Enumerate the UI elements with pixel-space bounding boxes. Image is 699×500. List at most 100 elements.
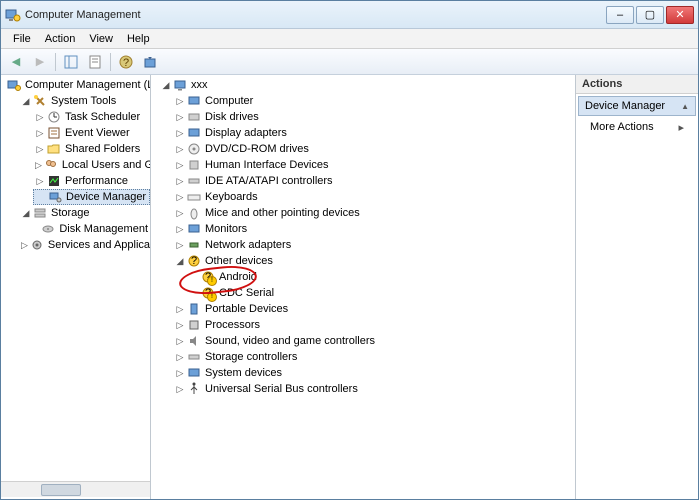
back-button[interactable]: ◀ xyxy=(5,51,27,73)
dev-display[interactable]: ▷Display adapters xyxy=(173,125,575,141)
tree-label: Network adapters xyxy=(205,239,291,251)
tree-label: Keyboards xyxy=(205,191,258,203)
dev-network[interactable]: ▷ Network adapters xyxy=(173,237,575,253)
refresh-icon xyxy=(143,55,157,69)
tree-performance[interactable]: ▷ Performance xyxy=(33,173,150,189)
expander-icon[interactable]: ▷ xyxy=(175,304,185,314)
expander-icon[interactable]: ▷ xyxy=(175,160,185,170)
dev-portable[interactable]: ▷Portable Devices xyxy=(173,301,575,317)
expander-icon[interactable]: ▷ xyxy=(175,208,185,218)
expander-icon[interactable]: ▷ xyxy=(35,144,45,154)
dev-processors[interactable]: ▷ Processors xyxy=(173,317,575,333)
forward-button[interactable]: ▶ xyxy=(29,51,51,73)
dev-storage-controllers[interactable]: ▷Storage controllers xyxy=(173,349,575,365)
dev-mice[interactable]: ▷Mice and other pointing devices xyxy=(173,205,575,221)
scroll-thumb[interactable] xyxy=(41,484,81,496)
tree-system-tools[interactable]: ◢ System Tools xyxy=(19,93,150,109)
help-button[interactable]: ? xyxy=(115,51,137,73)
dev-usb[interactable]: ▷Universal Serial Bus controllers xyxy=(173,381,575,397)
tools-icon xyxy=(33,94,47,108)
expander-icon[interactable]: ◢ xyxy=(21,208,31,218)
expander-icon[interactable]: ◢ xyxy=(21,96,31,106)
expander-icon[interactable]: ▷ xyxy=(175,192,185,202)
dev-hid[interactable]: ▷Human Interface Devices xyxy=(173,157,575,173)
dev-dvd[interactable]: ▷DVD/CD-ROM drives xyxy=(173,141,575,157)
close-button[interactable]: ✕ xyxy=(666,6,694,24)
dev-disk-drives[interactable]: ▷Disk drives xyxy=(173,109,575,125)
dev-other-devices[interactable]: ◢? Other devices xyxy=(173,253,575,269)
expander-icon[interactable]: ▷ xyxy=(175,224,185,234)
expander-icon[interactable]: ▷ xyxy=(175,128,185,138)
usb-icon xyxy=(187,382,201,396)
tree-label: Services and Applications xyxy=(48,239,151,251)
tree-local-users[interactable]: ▷Local Users and Groups xyxy=(33,157,150,173)
maximize-button[interactable]: ▢ xyxy=(636,6,664,24)
tree-services-apps[interactable]: ▷ Services and Applications xyxy=(19,237,150,253)
dev-computer[interactable]: ▷ Computer xyxy=(173,93,575,109)
dvd-icon xyxy=(187,142,201,156)
tree-label: CDC Serial xyxy=(219,287,274,299)
tree-label: Processors xyxy=(205,319,260,331)
expander-icon[interactable]: ▷ xyxy=(35,112,45,122)
dev-system[interactable]: ▷ System devices xyxy=(173,365,575,381)
expander-icon[interactable]: ▷ xyxy=(35,160,42,170)
expander-icon[interactable]: ▷ xyxy=(175,112,185,122)
dev-sound[interactable]: ▷Sound, video and game controllers xyxy=(173,333,575,349)
properties-button[interactable] xyxy=(84,51,106,73)
expander-icon[interactable]: ▷ xyxy=(175,96,185,106)
storage-icon xyxy=(33,206,47,220)
toolbar-separator xyxy=(110,53,111,71)
action-more-actions[interactable]: More Actions ▸ xyxy=(576,118,698,137)
expander-icon[interactable]: ▷ xyxy=(35,176,45,186)
horizontal-scrollbar[interactable] xyxy=(1,481,150,497)
expander-icon[interactable]: ▷ xyxy=(175,144,185,154)
tree-storage[interactable]: ◢Storage xyxy=(19,205,150,221)
menu-action[interactable]: Action xyxy=(39,31,82,47)
expander-icon[interactable]: ▷ xyxy=(175,336,185,346)
menu-file[interactable]: File xyxy=(7,31,37,47)
caret-up-icon: ▲ xyxy=(681,102,689,111)
expander-icon[interactable]: ▷ xyxy=(175,352,185,362)
dev-monitors[interactable]: ▷Monitors xyxy=(173,221,575,237)
tree-event-viewer[interactable]: ▷Event Viewer xyxy=(33,125,150,141)
dev-ide[interactable]: ▷IDE ATA/ATAPI controllers xyxy=(173,173,575,189)
refresh-button[interactable] xyxy=(139,51,161,73)
minimize-button[interactable]: – xyxy=(606,6,634,24)
dev-cdc-serial[interactable]: ?CDC Serial xyxy=(187,285,575,301)
tree-disk-management[interactable]: Disk Management xyxy=(33,221,150,237)
device-root[interactable]: ◢xxx xyxy=(159,77,575,93)
expander-icon[interactable]: ▷ xyxy=(175,368,185,378)
minimize-glyph: – xyxy=(617,9,623,21)
expander-icon[interactable]: ▷ xyxy=(21,240,28,250)
maximize-glyph: ▢ xyxy=(645,8,655,21)
expander-icon[interactable]: ◢ xyxy=(175,256,185,266)
svg-text:?: ? xyxy=(191,255,197,267)
dev-keyboards[interactable]: ▷ Keyboards xyxy=(173,189,575,205)
menu-help[interactable]: Help xyxy=(121,31,156,47)
tree-label: Other devices xyxy=(205,255,273,267)
tree-root-computer-management[interactable]: Computer Management (Local xyxy=(5,77,150,93)
expander-icon[interactable]: ▷ xyxy=(175,320,185,330)
action-label: Device Manager xyxy=(585,100,665,112)
menu-view[interactable]: View xyxy=(83,31,119,47)
console-tree-pane: Computer Management (Local ◢ System Tool… xyxy=(1,75,151,499)
action-selected-node[interactable]: Device Manager ▲ xyxy=(578,96,696,116)
tree-label: Computer xyxy=(205,95,253,107)
tree-device-manager[interactable]: Device Manager xyxy=(33,189,150,205)
actions-pane: Actions Device Manager ▲ More Actions ▸ xyxy=(576,75,698,499)
close-glyph: ✕ xyxy=(675,8,684,21)
expander-icon[interactable]: ▷ xyxy=(175,240,185,250)
expander-icon[interactable]: ◢ xyxy=(161,80,171,90)
tree-label: System devices xyxy=(205,367,282,379)
tree-label: Performance xyxy=(65,175,128,187)
tree-shared-folders[interactable]: ▷Shared Folders xyxy=(33,141,150,157)
expander-icon[interactable]: ▷ xyxy=(175,176,185,186)
system-icon xyxy=(187,366,201,380)
dev-android[interactable]: ?Android xyxy=(187,269,575,285)
titlebar[interactable]: Computer Management – ▢ ✕ xyxy=(1,1,698,29)
expander-icon[interactable]: ▷ xyxy=(35,128,45,138)
expander-icon[interactable]: ▷ xyxy=(175,384,185,394)
content-panes: Computer Management (Local ◢ System Tool… xyxy=(1,75,698,499)
show-hide-tree-button[interactable] xyxy=(60,51,82,73)
tree-task-scheduler[interactable]: ▷Task Scheduler xyxy=(33,109,150,125)
